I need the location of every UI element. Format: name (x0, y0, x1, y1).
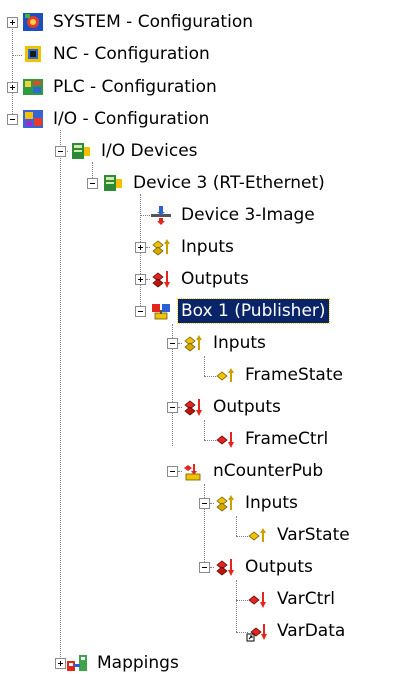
tree-item-label: VarCtrl (277, 589, 335, 609)
tree-connector (204, 420, 205, 440)
collapse-toggle-io[interactable] (7, 114, 18, 125)
tree-item-label: Inputs (245, 493, 298, 513)
collapse-toggle-box1[interactable] (135, 306, 146, 317)
io-configuration-tree: SYSTEM - Configuration NC - Configuratio… (0, 0, 398, 675)
tree-item-label: VarState (277, 525, 350, 545)
expand-toggle-mappings[interactable] (55, 658, 66, 669)
tree-item-label: Outputs (181, 269, 249, 289)
tree-item-vardata[interactable]: VarData (246, 618, 348, 644)
tree-connector (204, 356, 205, 376)
nc-config-icon (22, 43, 44, 65)
input-variable-icon (214, 364, 236, 386)
tree-item-label: Outputs (213, 397, 281, 417)
input-variable-icon (246, 524, 268, 546)
tree-item-ncounterpub[interactable]: nCounterPub (182, 458, 326, 484)
tree-item-box1[interactable]: Box 1 (Publisher) (150, 298, 330, 324)
tree-item-label: I/O - Configuration (53, 109, 210, 129)
collapse-toggle-ncounterpub[interactable] (167, 466, 178, 477)
collapse-toggle-io-devices[interactable] (55, 146, 66, 157)
tree-item-label: Inputs (213, 333, 266, 353)
tree-item-label: Device 3 (RT-Ethernet) (133, 173, 325, 193)
tree-connector (236, 580, 237, 632)
tree-connector (140, 215, 150, 216)
tree-item-device3[interactable]: Device 3 (RT-Ethernet) (102, 170, 328, 196)
publisher-variable-icon (182, 460, 204, 482)
tree-item-label: VarData (277, 621, 346, 641)
tree-item-mappings[interactable]: Mappings (66, 650, 182, 676)
tree-item-nc[interactable]: NC - Configuration (22, 41, 213, 67)
inputs-icon (150, 236, 172, 258)
outputs-icon (182, 396, 204, 418)
outputs-icon (150, 268, 172, 290)
mappings-icon (66, 652, 88, 674)
plc-config-icon (22, 76, 44, 98)
tree-item-device3-image[interactable]: Device 3-Image (150, 202, 318, 228)
collapse-toggle-ncounterpub-outputs[interactable] (199, 562, 210, 573)
tree-item-framestate[interactable]: FrameState (214, 362, 346, 388)
system-gear-icon (22, 11, 44, 33)
inputs-icon (182, 332, 204, 354)
collapse-toggle-ncounterpub-inputs[interactable] (199, 498, 210, 509)
tree-item-plc[interactable]: PLC - Configuration (22, 74, 220, 100)
tree-connector (236, 516, 237, 536)
tree-item-label: Box 1 (Publisher) (177, 298, 330, 324)
tree-item-label: Inputs (181, 237, 234, 257)
output-variable-icon (214, 428, 236, 450)
tree-item-ncounterpub-inputs[interactable]: Inputs (214, 490, 301, 516)
inputs-icon (214, 492, 236, 514)
tree-item-label: nCounterPub (213, 461, 324, 481)
tree-connector (140, 194, 141, 314)
output-variable-icon (246, 588, 268, 610)
tree-connector (12, 55, 22, 56)
tree-item-framectrl[interactable]: FrameCtrl (214, 426, 331, 452)
collapse-toggle-box1-inputs[interactable] (167, 338, 178, 349)
linked-output-variable-icon (246, 620, 268, 642)
tree-item-label: Outputs (245, 557, 313, 577)
expand-toggle-device3-inputs[interactable] (135, 242, 146, 253)
tree-item-label: PLC - Configuration (53, 77, 217, 97)
outputs-icon (214, 556, 236, 578)
tree-item-box1-outputs[interactable]: Outputs (182, 394, 284, 420)
collapse-toggle-box1-outputs[interactable] (167, 402, 178, 413)
tree-item-label: FrameState (245, 365, 343, 385)
ethernet-device-icon (102, 172, 124, 194)
tree-item-device3-outputs[interactable]: Outputs (150, 266, 252, 292)
publisher-box-icon (150, 300, 172, 322)
process-image-icon (150, 204, 172, 226)
tree-item-device3-inputs[interactable]: Inputs (150, 234, 237, 260)
tree-item-label: Device 3-Image (181, 205, 315, 225)
io-config-icon (22, 108, 44, 130)
tree-item-label: NC - Configuration (53, 44, 210, 64)
tree-item-label: SYSTEM - Configuration (53, 12, 253, 32)
tree-connector (204, 484, 205, 566)
collapse-toggle-device3[interactable] (87, 178, 98, 189)
expand-toggle-plc[interactable] (7, 82, 18, 93)
io-devices-icon (70, 140, 92, 162)
tree-item-system[interactable]: SYSTEM - Configuration (22, 9, 256, 35)
expand-toggle-device3-outputs[interactable] (135, 274, 146, 285)
tree-item-varstate[interactable]: VarState (246, 522, 353, 548)
tree-item-label: FrameCtrl (245, 429, 329, 449)
tree-item-box1-inputs[interactable]: Inputs (182, 330, 269, 356)
tree-item-varctrl[interactable]: VarCtrl (246, 586, 338, 612)
tree-item-ncounterpub-outputs[interactable]: Outputs (214, 554, 316, 580)
tree-item-label: Mappings (97, 653, 179, 673)
tree-item-io[interactable]: I/O - Configuration (22, 106, 212, 132)
tree-connector (12, 26, 13, 118)
tree-item-io-devices[interactable]: I/O Devices (70, 138, 201, 164)
tree-connector (60, 130, 61, 663)
tree-item-label: I/O Devices (101, 141, 198, 161)
expand-toggle-system[interactable] (7, 17, 18, 28)
